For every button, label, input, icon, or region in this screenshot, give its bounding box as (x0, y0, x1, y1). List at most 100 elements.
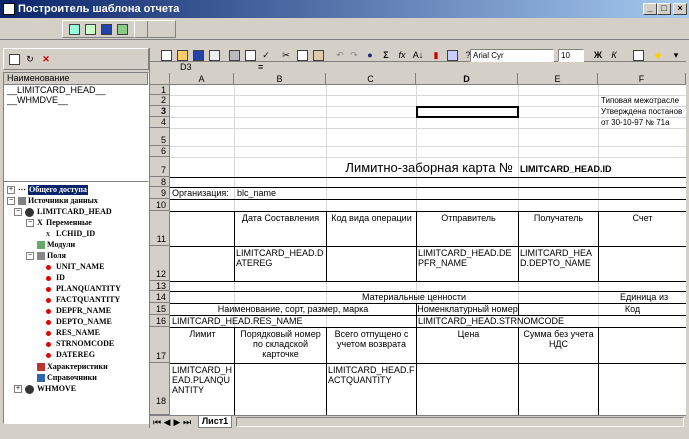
tree-node-shared[interactable]: Общего доступа (28, 185, 88, 195)
cell-f2[interactable]: Типовая межотрасле (601, 96, 686, 106)
row-header[interactable]: 11 (150, 211, 170, 246)
sort-asc-icon[interactable]: A↓ (410, 47, 426, 63)
name-box[interactable]: D3 (170, 62, 250, 73)
row-header-selected[interactable]: 3 (150, 106, 170, 117)
row-header[interactable]: 7 (150, 157, 170, 177)
cell-a18[interactable]: LIMITCARD_HEAD.PLANQUANTITY (172, 365, 232, 413)
expand-icon[interactable]: + (7, 186, 15, 194)
save-icon[interactable] (98, 21, 114, 37)
formula-equals[interactable]: = (258, 62, 272, 73)
dropdown-arrow-icon[interactable]: ▾ (668, 47, 684, 63)
list-item[interactable]: __LIMITCARD_HEAD__ (4, 85, 148, 95)
list-header[interactable]: Наименование (4, 73, 148, 85)
function-icon[interactable]: fx (394, 47, 410, 63)
row-header[interactable]: 2 (150, 95, 170, 106)
tree-node-field[interactable]: STRNOMCODE (56, 339, 114, 349)
title-id-field[interactable]: LIMITCARD_HEAD.ID (520, 162, 640, 176)
row-header[interactable]: 8 (150, 177, 170, 187)
tree-node-field[interactable]: RES_NAME (56, 328, 100, 338)
collapse-icon[interactable]: − (14, 208, 22, 216)
column-header[interactable]: A (170, 73, 234, 85)
data-source-tree[interactable]: + ⋯ Общего доступа − Источники данных − … (3, 181, 149, 424)
row-header[interactable]: 6 (150, 146, 170, 157)
chart-icon[interactable]: ▮ (428, 47, 444, 63)
copy-icon[interactable] (294, 47, 310, 63)
cell-unit[interactable]: Единица из (620, 292, 686, 303)
column-header[interactable]: B (234, 73, 326, 85)
cell-d17[interactable]: Цена (419, 329, 518, 341)
borders-icon[interactable] (630, 47, 646, 63)
italic-button[interactable]: К (606, 47, 622, 63)
cell-e17[interactable]: Сумма без учета НДС (520, 329, 597, 363)
list-item[interactable]: __WHMDVE__ (4, 95, 148, 105)
selected-cell-d3[interactable] (416, 106, 519, 118)
print-preview-icon[interactable] (242, 47, 258, 63)
cell-nom-header[interactable]: Номенклатурный номер (417, 304, 518, 315)
column-header-selected[interactable]: D (416, 73, 518, 85)
sheet-tab[interactable]: Лист1 (198, 416, 232, 428)
collapse-icon[interactable]: − (26, 219, 34, 227)
cell-c18[interactable]: LIMITCARD_HEAD.FACTQUANTITY (328, 365, 415, 391)
cell-b12[interactable]: LIMITCARD_HEAD.DATEREG (236, 248, 325, 272)
bold-button[interactable]: Ж (590, 47, 606, 63)
print-icon[interactable] (226, 47, 242, 63)
cell-b11[interactable]: Дата Составления (235, 213, 326, 225)
cell-e11[interactable]: Получатель (519, 213, 598, 225)
preview-icon[interactable] (206, 47, 222, 63)
first-sheet-icon[interactable]: ⏮ (152, 414, 162, 430)
prev-sheet-icon[interactable]: ◀ (162, 414, 172, 430)
tree-node-field[interactable]: DATEREG (56, 350, 95, 360)
cell-code-header[interactable]: Код (519, 304, 686, 315)
row-header[interactable]: 14 (150, 291, 170, 303)
row-header[interactable]: 17 (150, 327, 170, 363)
tree-node-field[interactable]: DEPFR_NAME (56, 306, 111, 316)
tree-node-characteristics[interactable]: Характеристики (47, 362, 108, 372)
tree-node-modules[interactable]: Модули (47, 240, 75, 250)
formula-input[interactable] (274, 62, 684, 73)
refresh-icon[interactable]: ↻ (22, 51, 38, 67)
row-header[interactable]: 10 (150, 199, 170, 211)
cut-icon[interactable]: ✂ (278, 47, 294, 63)
row-header[interactable]: 12 (150, 246, 170, 281)
tree-node-field[interactable]: DEPTO_NAME (56, 317, 112, 327)
expand-icon[interactable]: + (14, 385, 22, 393)
cell-f4[interactable]: от 30-10-97 № 71а (601, 118, 686, 128)
new-icon[interactable] (6, 51, 22, 67)
column-header[interactable]: F (598, 73, 686, 85)
collapse-icon[interactable]: − (7, 197, 15, 205)
org-value[interactable]: blc_name (237, 188, 325, 199)
cell-a17[interactable]: Лимит (171, 329, 234, 341)
tree-node-field[interactable]: ID (56, 273, 65, 283)
row-header[interactable]: 16 (150, 315, 170, 327)
cell-e12[interactable]: LIMITCARD_HEAD.DEPTO_NAME (520, 248, 597, 272)
cell-d12[interactable]: LIMITCARD_HEAD.DEPFR_NAME (418, 248, 517, 272)
spellcheck-icon[interactable]: ✓ (258, 47, 274, 63)
minimize-button[interactable]: _ (643, 3, 657, 15)
horizontal-scrollbar[interactable] (236, 417, 684, 427)
tree-node-field[interactable]: FACTQUANTITY (56, 295, 120, 305)
cell-c11[interactable]: Код вида операции (327, 213, 416, 225)
cell-f11[interactable]: Счет (599, 213, 686, 225)
new-sheet-icon[interactable] (158, 47, 174, 63)
maximize-button[interactable]: □ (657, 3, 671, 15)
close-button[interactable]: × (673, 3, 687, 15)
org-label[interactable]: Организация: (172, 188, 234, 199)
fill-color-icon[interactable]: ◆ (650, 47, 666, 63)
row-header[interactable]: 9 (150, 187, 170, 199)
font-select[interactable]: Arial Cyr (470, 49, 554, 62)
select-all[interactable] (150, 73, 170, 85)
tree-node-field[interactable]: PLANQUANTITY (56, 284, 121, 294)
last-sheet-icon[interactable]: ⏭ (182, 414, 192, 430)
tree-node-sources[interactable]: Источники данных (28, 196, 98, 206)
row-header[interactable]: 4 (150, 117, 170, 128)
cell-materials[interactable]: Материальные ценности (170, 292, 598, 303)
tree-node-references[interactable]: Справочники (47, 373, 97, 383)
cell-name-header[interactable]: Наименование, сорт, размер, марка (170, 304, 416, 315)
cell-c17[interactable]: Всего отпущено с учетом возврата (328, 329, 415, 363)
row-header[interactable]: 5 (150, 128, 170, 146)
cell-f3[interactable]: Утверждена постанов (601, 107, 686, 117)
tree-node-whmove[interactable]: WHMOVE (37, 384, 76, 394)
globe-icon[interactable]: ● (362, 47, 378, 63)
row-header[interactable]: 1 (150, 85, 170, 95)
tree-node-limitcard[interactable]: LIMITCARD_HEAD (37, 207, 112, 217)
